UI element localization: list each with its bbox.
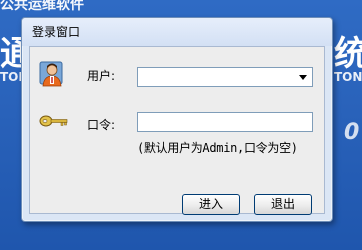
window-title: 登录窗口 bbox=[22, 18, 332, 46]
chevron-down-icon[interactable] bbox=[299, 75, 307, 80]
exit-button[interactable]: 退出 bbox=[254, 194, 312, 215]
password-input[interactable] bbox=[137, 112, 313, 132]
password-label: 口令: bbox=[87, 118, 116, 132]
user-label: 用户: bbox=[87, 69, 116, 83]
key-icon bbox=[39, 113, 69, 127]
login-window: 登录窗口 用户: 口令: (默认用户为Admin,口令为空) 进入 退出 bbox=[21, 17, 333, 222]
user-select[interactable] bbox=[137, 67, 313, 87]
user-icon bbox=[38, 60, 68, 90]
background-app-title: 公共运维软件 bbox=[0, 0, 84, 13]
enter-button[interactable]: 进入 bbox=[182, 194, 240, 215]
default-credentials-hint: (默认用户为Admin,口令为空) bbox=[137, 141, 298, 155]
background-big-text-right: 统 bbox=[334, 34, 362, 74]
background-small-text-right: TONG bbox=[334, 70, 362, 84]
background-digit: 0 bbox=[344, 120, 360, 145]
login-form: 用户: 口令: (默认用户为Admin,口令为空) 进入 退出 bbox=[29, 46, 325, 215]
